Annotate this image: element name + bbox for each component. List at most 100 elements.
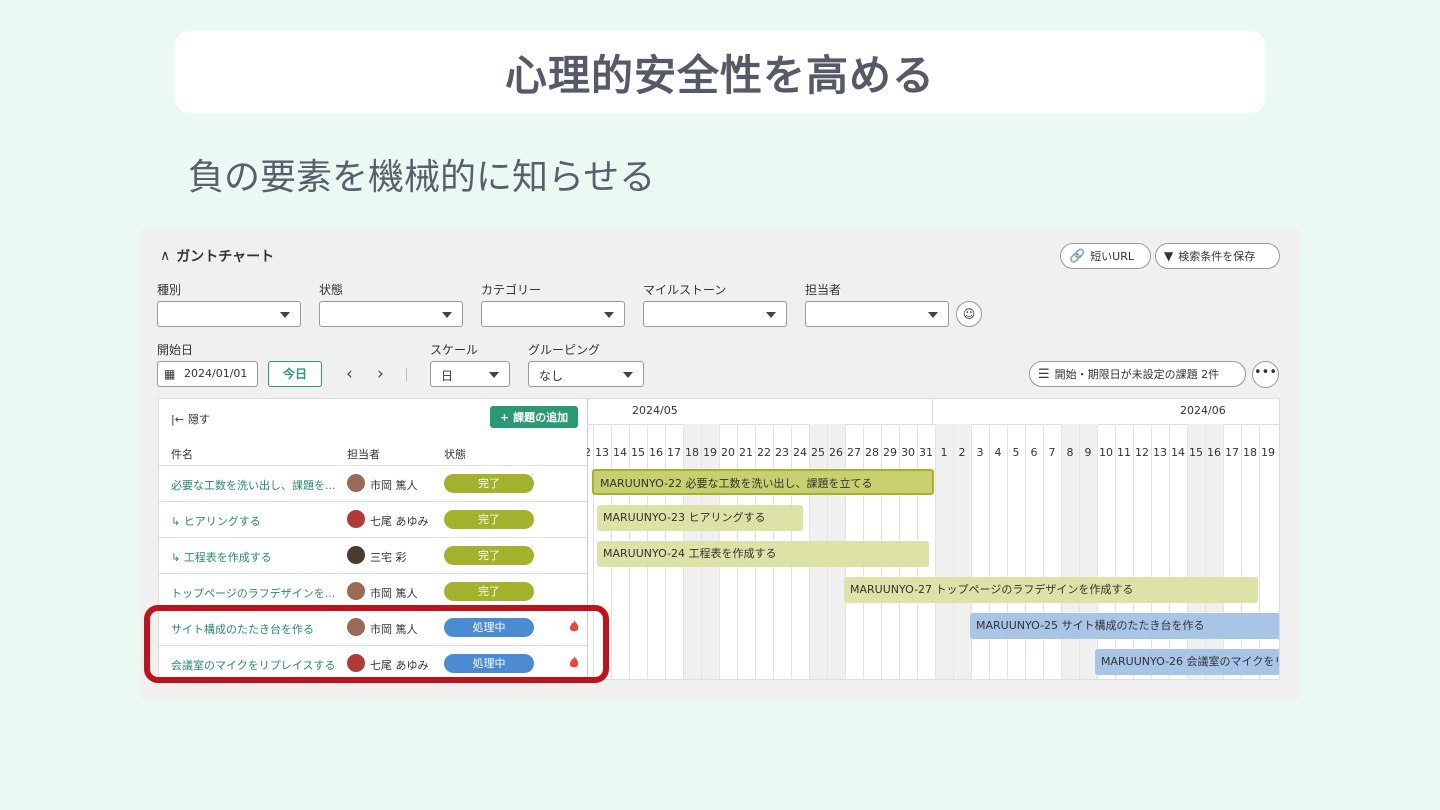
- panel-header[interactable]: ∧ ガントチャート: [160, 246, 274, 266]
- unset-issues-label: 開始・期限日が未設定の課題 2件: [1054, 368, 1220, 381]
- status-select[interactable]: [319, 301, 463, 327]
- day-column: [1223, 424, 1241, 679]
- gantt-bar[interactable]: MARUUNYO-22 必要な工数を洗い出し、課題を立てる: [592, 469, 934, 495]
- scale-select[interactable]: 日: [430, 361, 510, 387]
- status-badge: 完了: [444, 546, 534, 565]
- gantt-bar[interactable]: MARUUNYO-24 工程表を作成する: [597, 541, 929, 567]
- gantt-bar[interactable]: MARUUNYO-23 ヒアリングする: [597, 505, 803, 531]
- day-column: [1025, 424, 1043, 679]
- day-number: 17: [667, 446, 681, 459]
- table-row[interactable]: 必要な工数を洗い出し、課題を... 市岡 篤人 完了: [159, 465, 587, 502]
- collapse-icon[interactable]: ∧: [160, 248, 170, 264]
- day-number: 17: [1225, 446, 1239, 459]
- user-icon: ☺: [962, 307, 976, 321]
- status-badge: 完了: [444, 474, 534, 493]
- next-arrow-icon[interactable]: ›: [377, 364, 384, 384]
- day-number: 16: [649, 446, 663, 459]
- assignee-select[interactable]: [805, 301, 949, 327]
- status-badge: 完了: [444, 510, 534, 529]
- issue-name-link[interactable]: 必要な工数を洗い出し、課題を...: [171, 477, 336, 493]
- day-column: [1205, 424, 1223, 679]
- day-column: [971, 424, 989, 679]
- day-number: 5: [1012, 446, 1020, 459]
- day-number: 13: [595, 446, 609, 459]
- day-number: 26: [829, 446, 843, 459]
- day-number: 11: [1117, 446, 1131, 459]
- chevron-down-icon: [442, 312, 452, 318]
- more-button[interactable]: •••: [1252, 361, 1279, 388]
- day-column: [1043, 424, 1061, 679]
- day-column: [1241, 424, 1259, 679]
- day-number: 31: [919, 446, 933, 459]
- assign-me-button[interactable]: ☺: [956, 301, 982, 327]
- assignee-name: 市岡 篤人: [370, 587, 418, 600]
- issue-name-link[interactable]: ↳ ヒアリングする: [171, 513, 261, 529]
- start-date-input[interactable]: ▦ 2024/01/01: [157, 361, 258, 387]
- day-number: 14: [1171, 446, 1185, 459]
- day-column: [1187, 424, 1205, 679]
- avatar: [347, 546, 365, 564]
- title-card: 心理的安全性を高める: [175, 31, 1265, 113]
- day-number: 13: [1153, 446, 1167, 459]
- table-row[interactable]: ↳ ヒアリングする 七尾 あゆみ 完了: [159, 501, 587, 538]
- avatar: [347, 474, 365, 492]
- day-number: 19: [703, 446, 717, 459]
- add-issue-button[interactable]: + 課題の追加: [490, 406, 578, 428]
- type-select[interactable]: [157, 301, 301, 327]
- category-label: カテゴリー: [481, 283, 542, 297]
- day-number: 25: [811, 446, 825, 459]
- gantt-bar[interactable]: MARUUNYO-26 会議室のマイクをリ: [1095, 649, 1279, 675]
- column-status[interactable]: 状態: [444, 446, 466, 462]
- short-url-button[interactable]: 🔗 短いURL: [1060, 243, 1151, 269]
- chevron-down-icon: [623, 372, 633, 378]
- calendar-icon: ▦: [164, 367, 176, 381]
- day-column: [1259, 424, 1277, 679]
- column-assignee[interactable]: 担当者: [347, 446, 380, 462]
- day-number: 29: [883, 446, 897, 459]
- day-column: [1169, 424, 1187, 679]
- chevron-down-icon: [928, 312, 938, 318]
- day-column: [1151, 424, 1169, 679]
- start-date-label: 開始日: [157, 343, 194, 357]
- month-header: [587, 399, 1279, 425]
- milestone-select[interactable]: [643, 301, 787, 327]
- hide-label: 隠す: [187, 413, 210, 426]
- day-number: 21: [739, 446, 753, 459]
- day-number: 8: [1066, 446, 1074, 459]
- assignee-name: 七尾 あゆみ: [370, 515, 429, 528]
- gantt-bar[interactable]: MARUUNYO-27 トップページのラフデザインを作成する: [844, 577, 1258, 603]
- day-column: [1133, 424, 1151, 679]
- type-label: 種別: [157, 283, 182, 297]
- today-button[interactable]: 今日: [268, 361, 322, 387]
- gantt-chart: 2024/05 2024/06 121314151617181920212223…: [587, 399, 1279, 679]
- month-label: 2024/05: [632, 404, 678, 417]
- prev-arrow-icon[interactable]: ‹: [346, 364, 353, 384]
- category-select[interactable]: [481, 301, 625, 327]
- issue-name-link[interactable]: ↳ 工程表を作成する: [171, 549, 272, 565]
- day-column: [1079, 424, 1097, 679]
- table-row[interactable]: ↳ 工程表を作成する 三宅 彩 完了: [159, 537, 587, 574]
- day-number: 12: [1135, 446, 1149, 459]
- issue-name-link[interactable]: トップページのラフデザインを...: [171, 585, 335, 601]
- day-column: [989, 424, 1007, 679]
- chevron-down-icon: [280, 312, 290, 318]
- subtitle: 負の要素を機械的に知らせる: [188, 157, 656, 198]
- day-number: 24: [793, 446, 807, 459]
- gantt-bar[interactable]: MARUUNYO-25 サイト構成のたたき台を作る: [970, 613, 1279, 639]
- grouping-select[interactable]: なし: [528, 361, 644, 387]
- day-number: 18: [685, 446, 699, 459]
- scale-value: 日: [441, 369, 454, 383]
- start-date-value: 2024/01/01: [184, 367, 248, 380]
- save-search-button[interactable]: ▼ 検索条件を保存: [1155, 243, 1280, 269]
- column-name[interactable]: 件名: [171, 446, 193, 462]
- grouping-label: グルーピング: [528, 343, 601, 357]
- day-number: 3: [976, 446, 984, 459]
- link-icon: 🔗: [1069, 248, 1086, 264]
- unset-issues-button[interactable]: ☰ 開始・期限日が未設定の課題 2件: [1029, 361, 1246, 387]
- hide-button[interactable]: |← 隠す: [171, 411, 210, 427]
- status-filter-label: 状態: [319, 283, 344, 297]
- day-number: 15: [1189, 446, 1203, 459]
- assignee-filter-label: 担当者: [805, 283, 842, 297]
- day-column: [1007, 424, 1025, 679]
- chevron-down-icon: [604, 312, 614, 318]
